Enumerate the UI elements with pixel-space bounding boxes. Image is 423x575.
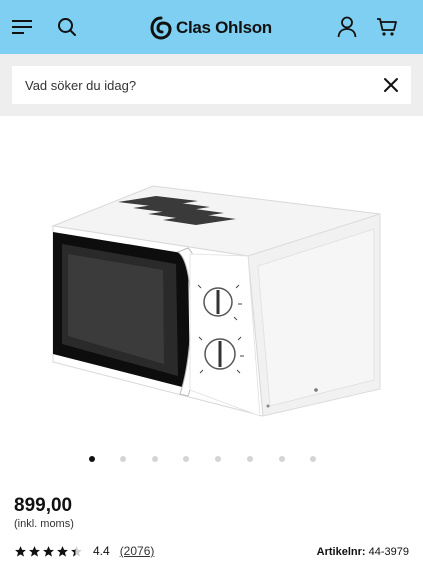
cart-button[interactable]	[372, 12, 402, 42]
review-count-link[interactable]: (2076)	[120, 544, 155, 558]
gallery-dot[interactable]	[183, 456, 189, 462]
article-label: Artikelnr:	[316, 546, 366, 558]
menu-button[interactable]	[8, 12, 38, 42]
gallery-pagination	[0, 456, 423, 466]
gallery-dot[interactable]	[215, 456, 221, 462]
menu-icon	[12, 20, 32, 34]
search-box	[12, 66, 411, 104]
star-partial-icon	[71, 545, 82, 557]
brand-name: Clas Ohlson	[176, 18, 272, 37]
account-icon	[337, 16, 357, 38]
star-full-icon	[43, 545, 54, 557]
star-full-icon	[57, 545, 68, 557]
article-number: Artikelnr: 44-3979	[317, 546, 409, 558]
brand-logo-icon	[150, 16, 172, 40]
top-header: Clas Ohlson	[0, 0, 423, 54]
gallery-dot[interactable]	[279, 456, 285, 462]
clear-search-button[interactable]	[383, 77, 399, 93]
gallery-dot[interactable]	[152, 456, 158, 462]
cart-icon	[377, 18, 397, 36]
product-price: 899,00	[14, 495, 73, 516]
star-full-icon	[15, 545, 26, 557]
search-input[interactable]	[12, 66, 362, 104]
product-image-microwave[interactable]	[38, 184, 383, 419]
product-gallery[interactable]	[0, 116, 423, 446]
article-value: 44-3979	[368, 546, 409, 558]
close-icon	[384, 78, 398, 92]
price-vat-note: (inkl. moms)	[14, 518, 74, 530]
brand-logo[interactable]: Clas Ohlson	[150, 14, 272, 42]
rating-stars	[14, 545, 83, 558]
gallery-dot[interactable]	[120, 456, 126, 462]
header-search-button[interactable]	[52, 12, 82, 42]
gallery-dot[interactable]	[310, 456, 316, 462]
star-full-icon	[29, 545, 40, 557]
gallery-dot[interactable]	[247, 456, 253, 462]
search-band	[0, 54, 423, 116]
account-button[interactable]	[332, 12, 362, 42]
rating-row: 4.4 (2076)	[14, 543, 154, 559]
rating-value: 4.4	[93, 544, 110, 558]
gallery-dot[interactable]	[89, 456, 95, 462]
search-icon	[58, 18, 76, 36]
